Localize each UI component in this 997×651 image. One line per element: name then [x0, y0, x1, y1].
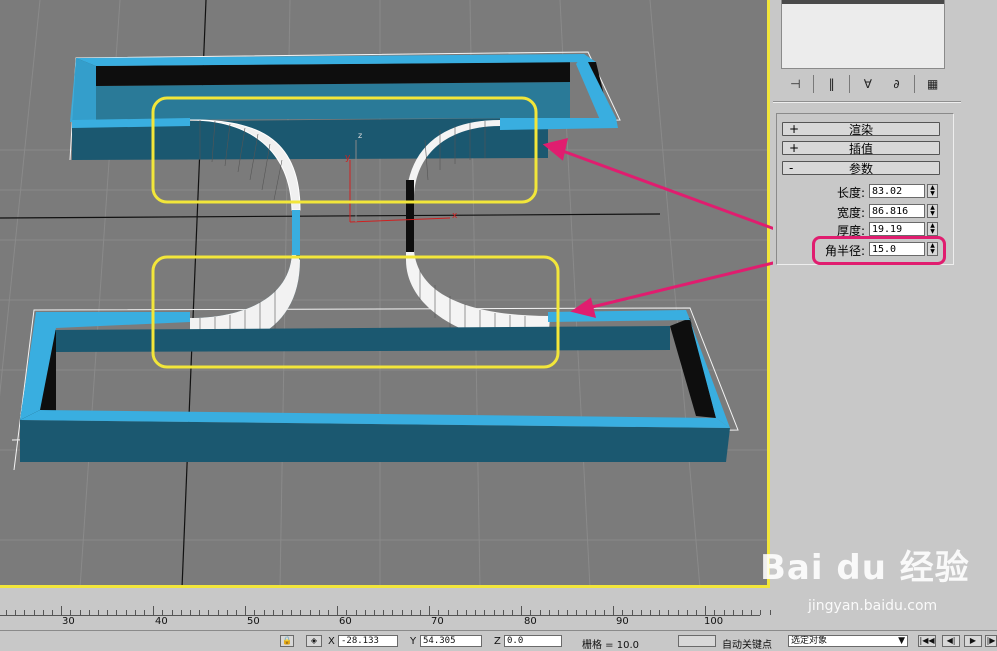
- modifier-stack-list[interactable]: [781, 0, 945, 69]
- param-length: 长度: 83.02 ▲ ▼: [793, 184, 943, 200]
- thickness-spinner[interactable]: ▲ ▼: [927, 222, 938, 236]
- viewport-scene: y x z: [0, 0, 767, 585]
- key-filter-box[interactable]: [678, 635, 716, 647]
- go-to-start-icon[interactable]: |◀◀: [918, 635, 936, 647]
- param-width: 宽度: 86.816 ▲ ▼: [793, 204, 943, 220]
- previous-frame-icon[interactable]: ◀|: [942, 635, 960, 647]
- extruded-shape-bottom: [20, 310, 730, 462]
- length-input[interactable]: 83.02: [869, 184, 925, 198]
- watermark-url: jingyan.baidu.com: [808, 598, 938, 614]
- baidu-watermark: Bai du 经验 jingyan.baidu.com: [760, 540, 997, 620]
- command-panel: ⊣ ‖ ∀ ∂ ▦ + 渲染 + 插值 - 参数 长度: 83.02 ▲ ▼ 宽度…: [773, 0, 997, 620]
- rollout-parameters[interactable]: - 参数: [782, 161, 940, 176]
- funnel-icon[interactable]: ∀: [857, 74, 879, 94]
- lock-icon[interactable]: 🔒: [280, 635, 294, 647]
- ruler-label: 90: [616, 616, 629, 627]
- perspective-viewport[interactable]: y x z: [0, 0, 770, 588]
- corner-radius-callout: [812, 236, 946, 265]
- axis-label-x: x: [452, 211, 458, 221]
- x-coordinate-field[interactable]: -28.133: [338, 635, 398, 647]
- pin-stack-icon[interactable]: ⊣: [784, 74, 806, 94]
- ruler-label: 30: [62, 616, 75, 627]
- auto-key-button[interactable]: 自动关键点: [722, 636, 772, 651]
- width-input[interactable]: 86.816: [869, 204, 925, 218]
- status-bar: 🔒 ◈ X -28.133 Y 54.305 Z 0.0 栅格 = 10.0 自…: [0, 630, 997, 651]
- timeline-ruler[interactable]: 30 40 50 60 70 80 90 100: [0, 600, 771, 630]
- width-spinner[interactable]: ▲ ▼: [927, 204, 938, 218]
- z-coordinate-field[interactable]: 0.0: [504, 635, 562, 647]
- length-spinner[interactable]: ▲ ▼: [927, 184, 938, 198]
- play-icon[interactable]: ▶: [964, 635, 982, 647]
- ruler-ticks: [0, 605, 771, 616]
- make-unique-icon[interactable]: ∂: [885, 74, 907, 94]
- ruler-label: 100: [704, 616, 724, 627]
- ruler-label: 40: [155, 616, 168, 627]
- modifier-stack-toolbar: ⊣ ‖ ∀ ∂ ▦: [781, 73, 947, 95]
- next-frame-icon[interactable]: |▶: [985, 635, 997, 647]
- configure-icon[interactable]: ▦: [922, 74, 944, 94]
- axis-label-z: z: [358, 131, 362, 140]
- chevron-down-icon: ▼: [898, 636, 905, 646]
- grid-spacing-readout: 栅格 = 10.0: [582, 640, 640, 651]
- absolute-mode-icon[interactable]: ◈: [306, 635, 322, 647]
- ruler-label: 80: [524, 616, 537, 627]
- y-coordinate-field[interactable]: 54.305: [420, 635, 482, 647]
- selection-dropdown[interactable]: 选定对象 ▼: [788, 635, 908, 647]
- axis-label-y: y: [345, 153, 351, 163]
- rollout-interpolation[interactable]: + 插值: [782, 141, 940, 156]
- pipe-icon[interactable]: ‖: [821, 74, 843, 94]
- thickness-input[interactable]: 19.19: [869, 222, 925, 236]
- ruler-label: 50: [247, 616, 260, 627]
- ruler-label: 70: [431, 616, 444, 627]
- watermark-brand: Bai du 经验: [760, 548, 970, 588]
- ruler-label: 60: [339, 616, 352, 627]
- rollout-render[interactable]: + 渲染: [782, 122, 940, 137]
